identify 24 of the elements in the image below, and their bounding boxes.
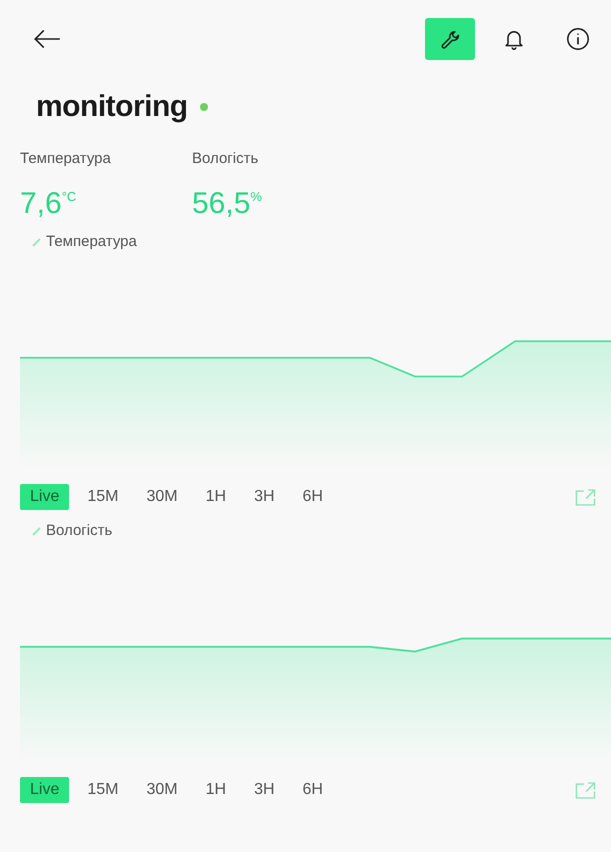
range-tab[interactable]: 30M [136, 777, 188, 803]
range-tab[interactable]: 1H [196, 484, 236, 510]
trend-icon [32, 236, 42, 246]
device-title: monitoring [36, 90, 188, 124]
range-tab[interactable]: 15M [77, 484, 128, 510]
range-tab[interactable]: 6H [292, 777, 333, 803]
info-icon [566, 27, 590, 51]
reading-label: Вологість [192, 150, 260, 167]
back-icon[interactable] [32, 28, 62, 50]
trend-icon [32, 526, 42, 536]
chart-legend: Температура [20, 233, 137, 250]
reading-value: 56,5$^{%}$ [192, 187, 263, 221]
range-tab[interactable]: 30M [136, 484, 188, 510]
range-tab[interactable]: 3H [244, 777, 285, 803]
range-tab[interactable]: 15M [77, 777, 128, 803]
range-tab[interactable]: Live [20, 484, 70, 510]
range-tab[interactable]: 6H [292, 484, 333, 510]
range-tab[interactable]: 3H [244, 484, 285, 510]
range-tab[interactable]: Live [20, 777, 70, 803]
reading-label: Температура [20, 150, 112, 167]
wrench-button[interactable] [425, 18, 475, 60]
reading-value: 7,6$^{°C}$ [20, 187, 78, 221]
chart-legend: Вологість [20, 522, 112, 539]
range-tab[interactable]: 1H [196, 777, 236, 803]
